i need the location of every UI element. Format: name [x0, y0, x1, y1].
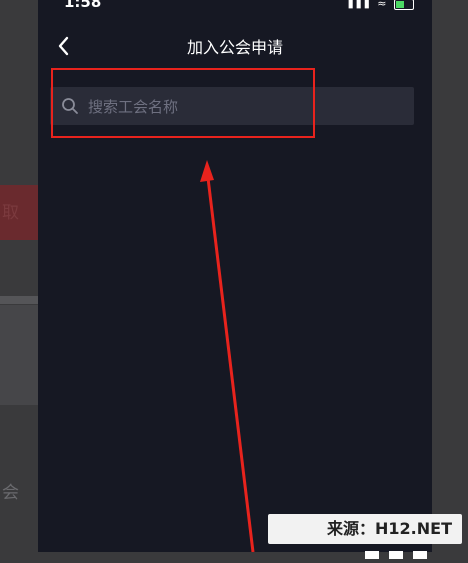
status-bar: 1:58 ▮▮▮ ≈ — [38, 0, 432, 14]
battery-icon — [394, 0, 414, 10]
background-card — [0, 305, 38, 405]
wifi-icon: ≈ — [377, 0, 389, 10]
background-right-edge — [432, 0, 468, 552]
background-divider — [0, 296, 38, 304]
background-text: 取 — [2, 203, 19, 223]
page-title: 加入公会申请 — [186, 38, 283, 57]
signal-icon: ▮▮▮ — [347, 0, 372, 10]
status-icons: ▮▮▮ ≈ — [348, 0, 414, 10]
bottom-decoration — [365, 544, 445, 559]
nav-bar: 加入公会申请 — [38, 28, 432, 64]
background-text-2: 会 — [2, 483, 19, 503]
status-time: 1:58 — [64, 0, 102, 11]
annotation-highlight-box — [51, 68, 315, 138]
watermark: 来源：H12.NET — [268, 514, 462, 544]
